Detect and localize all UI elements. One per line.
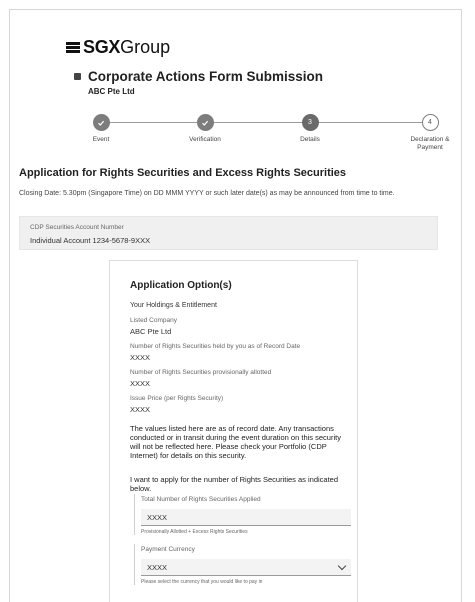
cdp-account-box: CDP Securities Account Number Individual… — [19, 216, 438, 250]
step-number: 4 — [421, 114, 439, 131]
chevron-down-icon — [337, 561, 347, 570]
check-icon — [196, 114, 214, 131]
step-declaration: 4 Declaration & Payment — [385, 110, 475, 152]
cdp-account-value: Individual Account 1234-5678-9XXX — [30, 236, 151, 245]
step-verification: Verification — [160, 110, 250, 144]
payment-currency-select[interactable]: XXXX — [141, 559, 351, 576]
total-rights-input[interactable]: XXXX — [141, 509, 351, 526]
page-title-row: Corporate Actions Form Submission — [74, 69, 323, 84]
step-details: 3 Details — [265, 110, 355, 144]
field-label-provisionally-allotted: Number of Rights Securities provisionall… — [130, 369, 272, 376]
total-rights-value: XXXX — [147, 512, 168, 522]
payment-currency-field-group: Payment Currency XXXX Please select the … — [134, 544, 351, 585]
check-icon — [92, 114, 110, 131]
apply-instruction: I want to apply for the number of Rights… — [130, 475, 339, 493]
field-value-listed-company: ABC Pte Ltd — [130, 327, 172, 336]
payment-currency-hint: Please select the currency that you woul… — [141, 579, 263, 585]
total-rights-hint: Provisionally Allotted + Excess Rights S… — [141, 529, 248, 535]
step-label: Details — [300, 136, 320, 143]
application-heading: Application for Rights Securities and Ex… — [19, 167, 347, 179]
cdp-account-label: CDP Securities Account Number — [30, 224, 124, 231]
field-value-rights-held: XXXX — [130, 353, 151, 362]
total-rights-label: Total Number of Rights Securities Applie… — [141, 496, 261, 503]
page-title: Corporate Actions Form Submission — [88, 69, 324, 84]
closing-date-note: Closing Date: 5.30pm (Singapore Time) on… — [19, 190, 395, 197]
logo-brand-regular: Group — [120, 36, 171, 57]
total-rights-field-group: Total Number of Rights Securities Applie… — [134, 494, 351, 535]
holdings-heading: Your Holdings & Entitlement — [130, 302, 217, 309]
field-value-provisionally-allotted: XXXX — [130, 379, 151, 388]
record-date-notice: The values listed here are as of record … — [130, 424, 341, 460]
payment-currency-value: XXXX — [147, 562, 168, 572]
payment-currency-label: Payment Currency — [141, 546, 195, 553]
step-label: Event — [92, 136, 110, 143]
progress-stepper: Event Verification 3 Details 4 Declarati… — [56, 110, 460, 160]
step-label: Verification — [189, 136, 221, 143]
step-number: 3 — [301, 114, 319, 131]
options-title: Application Option(s) — [130, 280, 232, 291]
logo-bars-icon — [66, 41, 80, 53]
field-label-listed-company: Listed Company — [130, 317, 177, 324]
step-event: Event — [56, 110, 146, 144]
title-bullet-icon — [74, 73, 81, 80]
company-name: ABC Pte Ltd — [88, 87, 135, 96]
application-options-panel: Application Option(s) Your Holdings & En… — [109, 260, 358, 602]
step-label: Declaration & Payment — [410, 136, 450, 151]
sgx-logo: SGX Group — [66, 37, 170, 57]
field-label-issue-price: Issue Price (per Rights Security) — [130, 395, 224, 402]
field-label-rights-held: Number of Rights Securities held by you … — [130, 343, 301, 350]
logo-brand-bold: SGX — [83, 36, 121, 57]
field-value-issue-price: XXXX — [130, 405, 151, 414]
